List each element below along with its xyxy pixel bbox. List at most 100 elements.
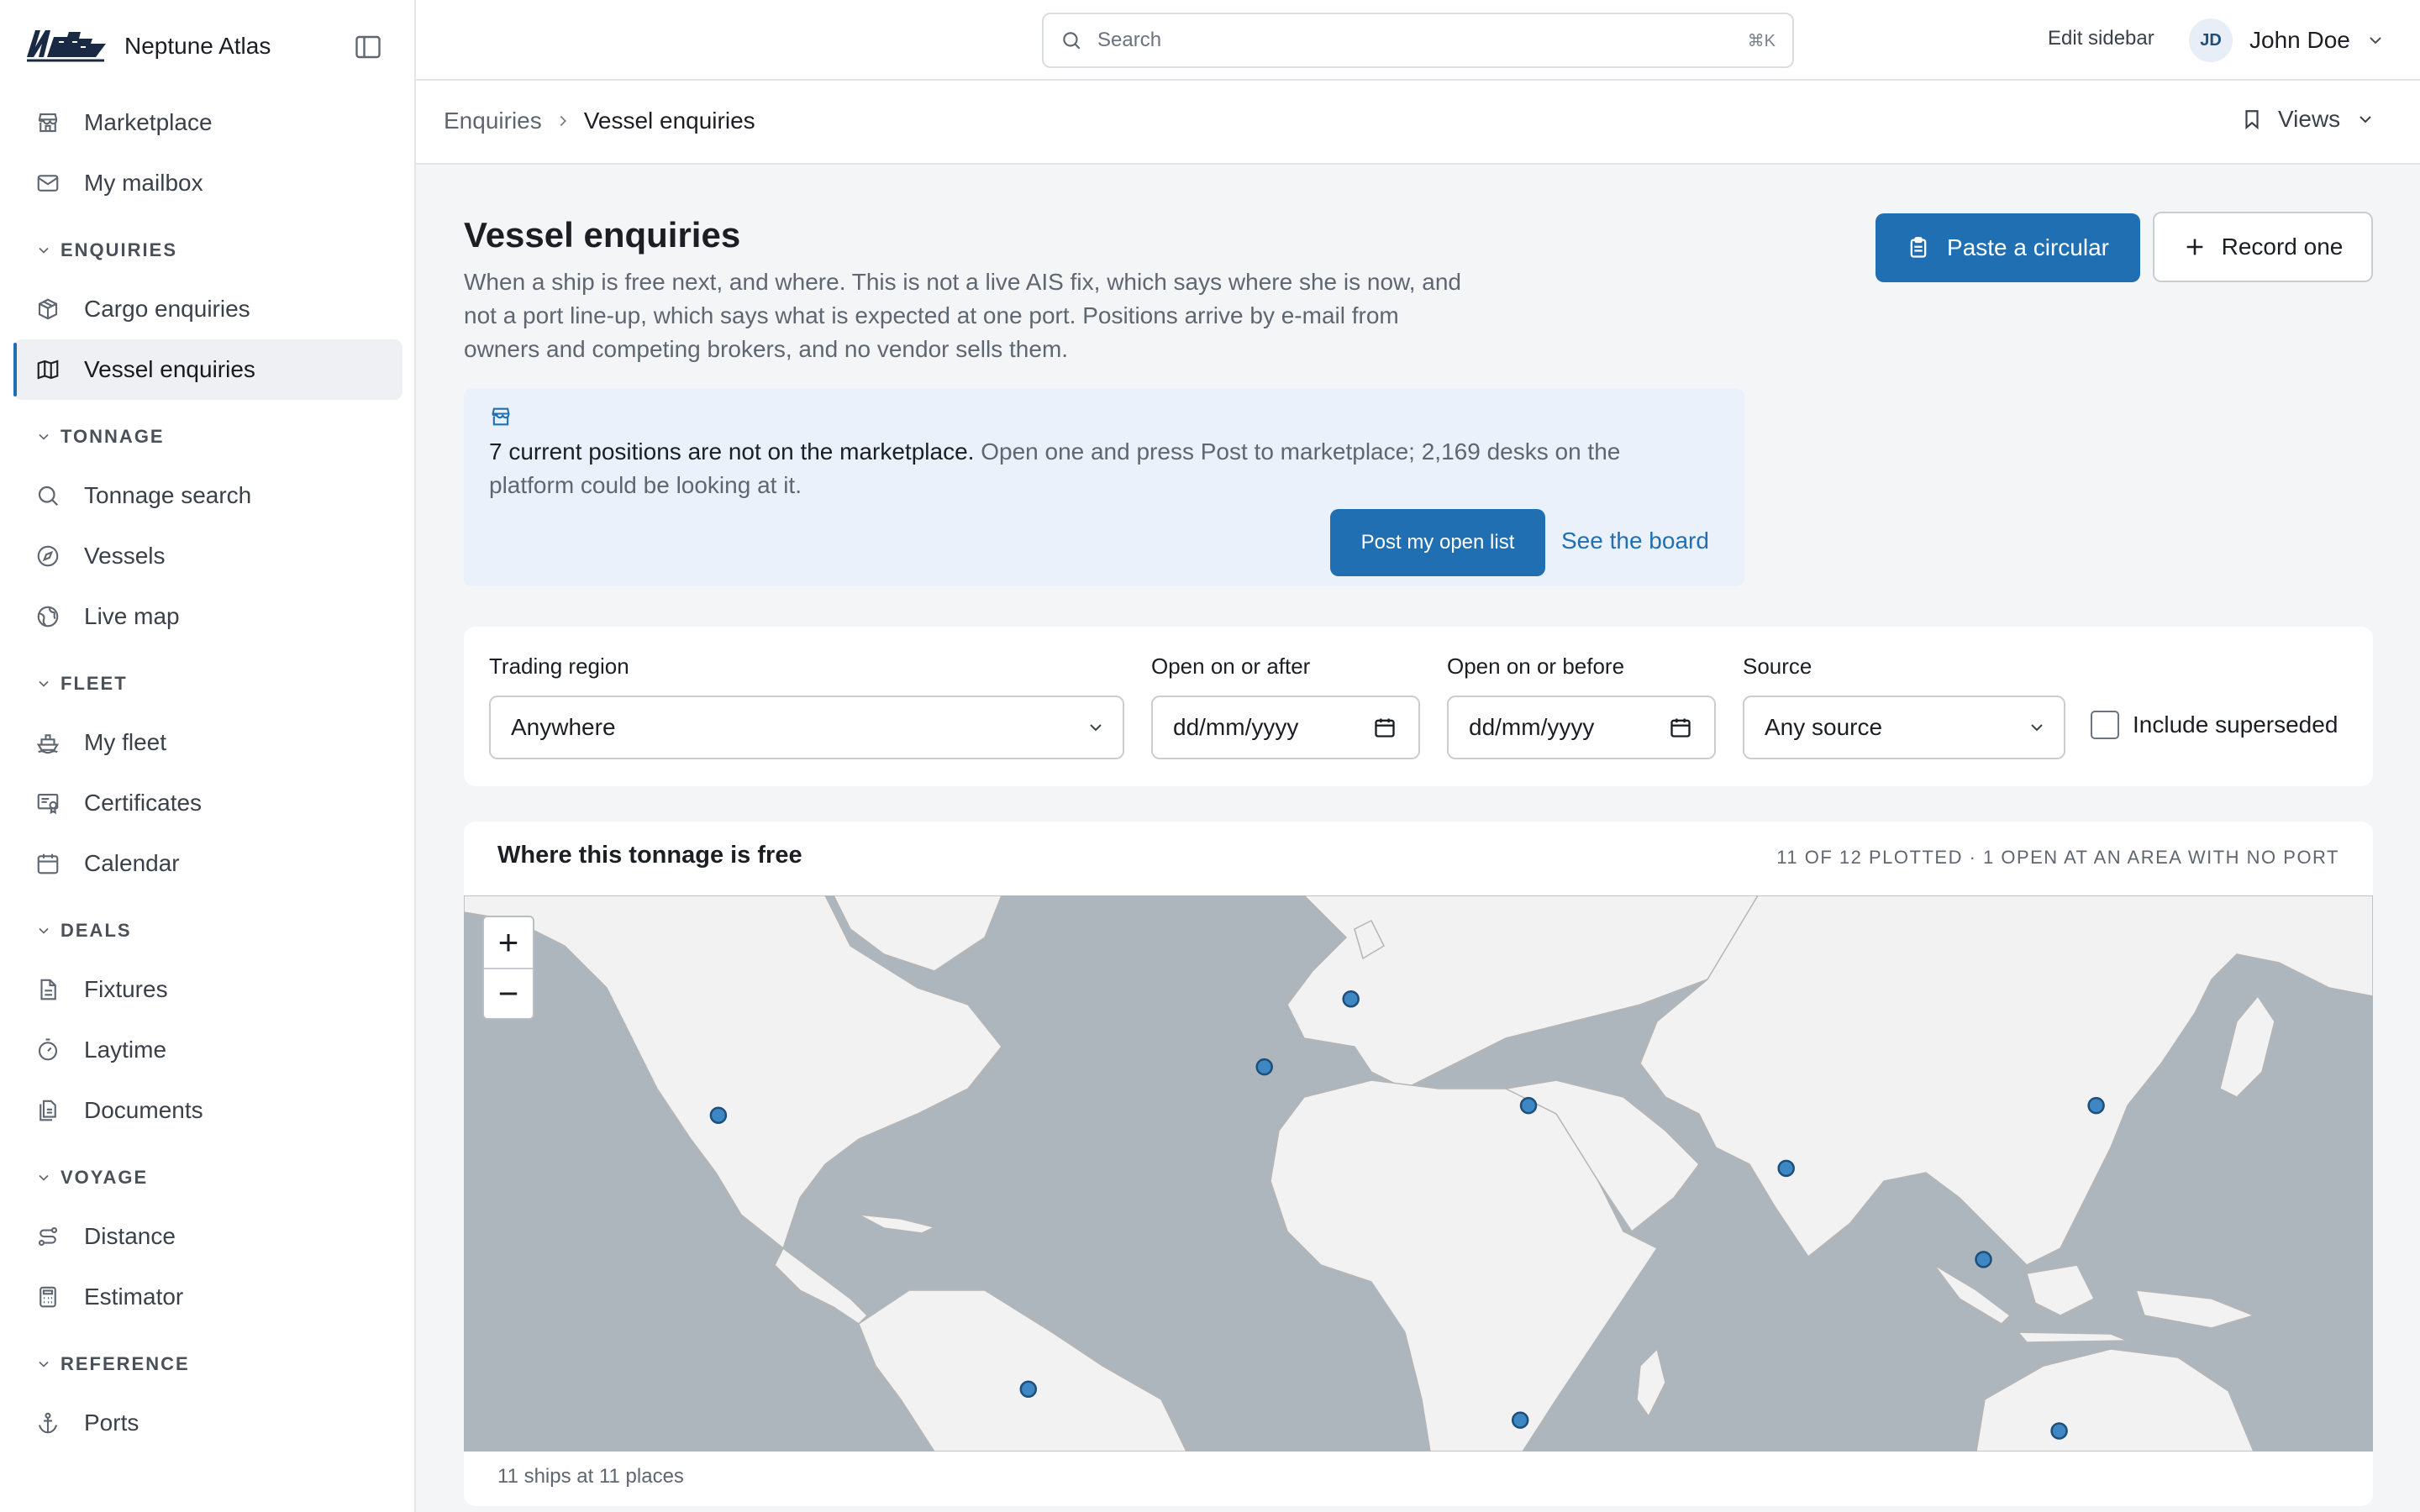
vessel-position-marker[interactable] — [1777, 1159, 1795, 1178]
calculator-icon — [39, 1286, 56, 1308]
world-map[interactable]: + − — [464, 895, 2373, 1452]
zoom-in-button[interactable]: + — [484, 917, 533, 968]
search-input[interactable]: Search ⌘K — [1042, 13, 1794, 68]
app-name: Neptune Atlas — [124, 33, 271, 59]
search-icon — [1063, 32, 1081, 50]
brand[interactable]: Neptune Atlas — [25, 25, 271, 67]
open-after-date-input[interactable]: dd/mm/yyyy — [1151, 696, 1420, 759]
section-tonnage[interactable]: TONNAGE — [0, 408, 414, 465]
page-description: When a ship is free next, and where. Thi… — [464, 269, 1461, 362]
include-superseded-toggle[interactable]: Include superseded — [2091, 711, 2338, 739]
breadcrumb-current: Vessel enquiries — [583, 108, 755, 134]
vessel-position-marker[interactable] — [2087, 1096, 2105, 1115]
vessel-position-marker[interactable] — [1519, 1096, 1538, 1115]
sidebar-item-cargo-enquiries[interactable]: Cargo enquiries — [13, 279, 402, 339]
section-voyage[interactable]: VOYAGE — [0, 1149, 414, 1206]
sidebar-item-marketplace[interactable]: Marketplace — [13, 92, 402, 153]
zoom-out-button[interactable]: − — [484, 968, 533, 1018]
views-menu[interactable]: Views — [2241, 106, 2375, 133]
sidebar-toggle-icon[interactable] — [353, 32, 383, 62]
chevron-down-icon — [2370, 37, 2381, 45]
sidebar-item-label: Documents — [84, 1097, 203, 1123]
document-icon — [40, 979, 56, 1000]
world-map-svg[interactable] — [464, 895, 2373, 1452]
main-content: Vessel enquiries When a ship is free nex… — [416, 166, 2420, 1512]
sidebar-item-label: My mailbox — [84, 170, 203, 196]
section-reference[interactable]: REFERENCE — [0, 1336, 414, 1393]
chevron-down-icon — [39, 680, 49, 687]
vessel-position-marker[interactable] — [1255, 1058, 1273, 1076]
sidebar-item-live-map[interactable]: Live map — [13, 586, 402, 647]
sidebar: Neptune Atlas Marketplace My mailbox ENQ… — [0, 0, 416, 1512]
source-select[interactable]: Any source — [1743, 696, 2065, 759]
section-title: DEALS — [60, 920, 132, 941]
anchor-icon — [38, 1412, 58, 1434]
vessel-position-marker[interactable] — [2050, 1422, 2068, 1440]
sidebar-item-label: Marketplace — [84, 109, 213, 135]
search-shortcut: ⌘K — [1747, 31, 1776, 50]
page-title: Vessel enquiries — [464, 215, 741, 255]
see-board-link[interactable]: See the board — [1561, 528, 1709, 554]
calendar-icon — [1375, 718, 1395, 738]
section-title: FLEET — [60, 673, 128, 694]
search-placeholder: Search — [1097, 29, 1162, 51]
section-enquiries[interactable]: ENQUIRIES — [0, 222, 414, 279]
open-before-date-input[interactable]: dd/mm/yyyy — [1447, 696, 1716, 759]
vessel-position-marker[interactable] — [1511, 1411, 1529, 1429]
section-fleet[interactable]: FLEET — [0, 655, 414, 712]
sidebar-item-documents[interactable]: Documents — [13, 1080, 402, 1141]
vessel-position-marker[interactable] — [709, 1106, 728, 1124]
sidebar-item-label: Vessels — [84, 543, 166, 569]
sidebar-item-tonnage-search[interactable]: Tonnage search — [13, 465, 402, 526]
include-superseded-checkbox[interactable] — [2091, 711, 2119, 739]
user-menu[interactable]: JD John Doe — [2189, 18, 2386, 62]
sidebar-item-label: Fixtures — [84, 976, 168, 1002]
sidebar-item-label: Laytime — [84, 1037, 167, 1063]
open-after-label: Open on or after — [1151, 654, 1311, 679]
sidebar-item-label: Tonnage search — [84, 482, 252, 508]
sidebar-item-ports[interactable]: Ports — [13, 1393, 402, 1453]
sidebar-item-certificates[interactable]: Certificates — [13, 773, 402, 833]
callout-text: 7 current positions are not on the marke… — [489, 435, 1699, 502]
sidebar-item-label: Calendar — [84, 850, 180, 876]
route-icon — [38, 1226, 58, 1247]
sidebar-item-label: Live map — [84, 603, 180, 629]
callout-strong: 7 current positions are not on the marke… — [489, 438, 975, 465]
edit-sidebar-button[interactable]: Edit sidebar — [2048, 27, 2154, 50]
user-name: John Doe — [2249, 27, 2350, 53]
vessel-position-marker[interactable] — [1342, 990, 1360, 1008]
post-open-list-button[interactable]: Post my open list — [1330, 509, 1545, 576]
section-title: VOYAGE — [60, 1167, 149, 1188]
map-icon — [37, 360, 59, 380]
tonnage-map-card: Where this tonnage is free 11 OF 12 PLOT… — [464, 822, 2373, 1506]
sidebar-item-vessel-enquiries[interactable]: Vessel enquiries — [13, 339, 402, 400]
calendar-icon — [37, 853, 59, 874]
record-one-button[interactable]: Record one — [2153, 212, 2373, 282]
sidebar-item-my-fleet[interactable]: My fleet — [13, 712, 402, 773]
sidebar-item-laytime[interactable]: Laytime — [13, 1020, 402, 1080]
sidebar-item-fixtures[interactable]: Fixtures — [13, 959, 402, 1020]
chevron-down-icon — [1090, 724, 1102, 732]
calendar-icon — [1670, 718, 1691, 738]
trading-region-select[interactable]: Anywhere — [489, 696, 1124, 759]
section-deals[interactable]: DEALS — [0, 902, 414, 959]
sidebar-item-distance[interactable]: Distance — [13, 1206, 402, 1267]
sidebar-item-vessels[interactable]: Vessels — [13, 526, 402, 586]
topbar: Search ⌘K Edit sidebar JD John Doe — [416, 0, 2420, 81]
breadcrumb-enquiries[interactable]: Enquiries — [444, 108, 542, 134]
box-icon — [38, 298, 58, 320]
vessel-position-marker[interactable] — [1975, 1251, 1992, 1268]
sidebar-item-my-mailbox[interactable]: My mailbox — [13, 153, 402, 213]
sidebar-item-label: Estimator — [84, 1284, 184, 1310]
stopwatch-icon — [38, 1038, 58, 1061]
map-footer: 11 ships at 11 places — [497, 1465, 684, 1488]
sidebar-item-estimator[interactable]: Estimator — [13, 1267, 402, 1327]
paste-circular-button[interactable]: Paste a circular — [1876, 213, 2140, 282]
certificate-icon — [37, 793, 59, 815]
vessel-position-marker[interactable] — [1019, 1380, 1038, 1399]
sidebar-item-calendar[interactable]: Calendar — [13, 833, 402, 894]
chevron-right-icon — [560, 115, 566, 127]
globe-icon — [37, 606, 59, 627]
sidebar-item-label: My fleet — [84, 729, 167, 755]
section-title: TONNAGE — [60, 426, 165, 447]
